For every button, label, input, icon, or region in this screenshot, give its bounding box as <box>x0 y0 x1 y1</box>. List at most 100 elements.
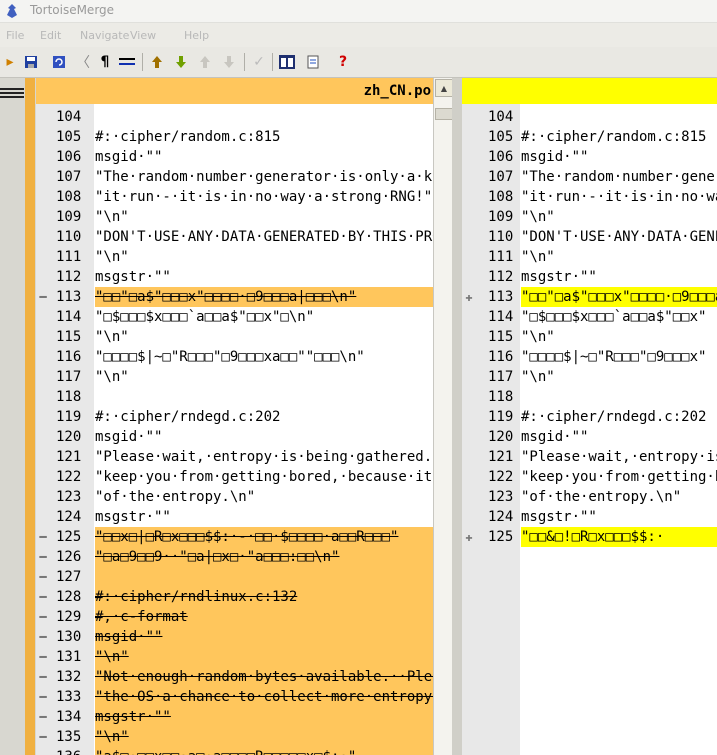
diff-line[interactable]: ✚ 125 "□□&□!□R□x□□□$$:· <box>462 527 717 547</box>
diff-line[interactable]: 117 "\n" <box>36 367 433 387</box>
line-marker <box>36 307 50 327</box>
diff-line[interactable]: 123 "of·the·entropy.\n" <box>36 487 433 507</box>
diff-line[interactable]: 115 "\n" <box>462 327 717 347</box>
diff-line[interactable]: ✚113"□□"□a$"□□□x"□□□□·□9□□□a|" <box>462 287 717 307</box>
diff-line[interactable]: 107"The·random·number·generator·is·only·… <box>36 167 433 187</box>
diff-line[interactable]: 105 #:·cipher/random.c:815 <box>36 127 433 147</box>
help-icon[interactable]: ? <box>334 53 352 71</box>
diff-line[interactable]: 111 "\n" <box>36 247 433 267</box>
diff-line[interactable]: 122"keep·you·from·getting·bored,·because… <box>36 467 433 487</box>
diff-line[interactable]: 112 msgstr·"" <box>36 267 433 287</box>
undo-icon[interactable]: 〈 <box>74 53 92 71</box>
diff-line[interactable]: 116 "□□□□$|~□"R□□□"□9□□□xa□□""□□□\n" <box>36 347 433 367</box>
diff-line[interactable]: 117 "\n" <box>462 367 717 387</box>
removed-line-icon: ━ <box>39 650 47 664</box>
locator-bar[interactable] <box>0 78 36 755</box>
line-marker <box>36 247 50 267</box>
diff-line[interactable]: ━ 128 #:·cipher/rndlinux.c:132 <box>36 587 433 607</box>
diff-line[interactable]: 118 <box>462 387 717 407</box>
diff-line[interactable]: ━ 136"a$□·□□x□□·a□·a□□□□R□□□□□x□$:·" <box>36 747 433 755</box>
diff-line[interactable]: 108"it·run·-·it·is·in·no·way·a·strong·RN… <box>36 187 433 207</box>
diff-line[interactable]: 119 #:·cipher/rndegd.c:202 <box>36 407 433 427</box>
menu-navigate[interactable]: Navigate <box>80 29 129 42</box>
diff-line[interactable]: 116 "□□□□$|~□"R□□□"□9□□□x" <box>462 347 717 367</box>
line-number: 104 <box>56 109 82 125</box>
right-diff-pane[interactable]: 104 105 #:·cipher/random.c:815 106 msgid·"" 1… <box>462 78 717 755</box>
line-text: msgid·"" <box>521 429 589 445</box>
diff-line[interactable]: 122"keep·you·from·getting·bored,·because… <box>462 467 717 487</box>
line-number: 136 <box>56 747 94 755</box>
prev-diff-icon[interactable] <box>196 53 214 71</box>
line-text: #:·cipher/random.c:815 <box>521 129 707 145</box>
inline-diff-icon[interactable] <box>118 53 136 71</box>
diff-line[interactable]: 106 msgid·"" <box>36 147 433 167</box>
menu-help[interactable]: Help <box>184 29 209 42</box>
diff-line[interactable]: ━ 126 "□a□9□□9··"□a|□x□·"a□□□:□□\n" <box>36 547 433 567</box>
line-number: 135 <box>56 729 82 745</box>
removed-line-icon: ━ <box>39 610 47 624</box>
open-icon[interactable]: ▸ <box>1 53 19 71</box>
diff-line[interactable]: 110"DON'T·USE·ANY·DATA·GENERATED·BY·THIS… <box>36 227 433 247</box>
diff-line[interactable]: 109 "\n" <box>36 207 433 227</box>
diff-line[interactable]: 124 msgstr·"" <box>36 507 433 527</box>
next-conflict-icon[interactable] <box>172 53 190 71</box>
diff-line[interactable]: ━ 133 "the·OS·a·chance·to·collect·more·ent… <box>36 687 433 707</box>
line-text: "Not·enough·random·bytes·available.··Ple… <box>95 667 433 687</box>
diff-line[interactable]: 106 msgid·"" <box>462 147 717 167</box>
line-number: 120 <box>56 429 82 445</box>
added-line-icon: ✚ <box>465 290 473 304</box>
prev-conflict-icon[interactable] <box>148 53 166 71</box>
menu-edit[interactable]: Edit <box>40 29 61 42</box>
diff-line[interactable]: ━ 130 msgid·"" <box>36 627 433 647</box>
diff-line[interactable]: ━ 113 "□□"□a$"□□□x"□□□□·□9□□□a|□□□\n" <box>36 287 433 307</box>
left-vertical-scrollbar[interactable]: ▲ <box>433 78 453 755</box>
removed-line-icon: ━ <box>39 710 47 724</box>
reload-icon[interactable] <box>50 53 68 71</box>
scroll-up-icon[interactable]: ▲ <box>435 79 453 97</box>
diff-line[interactable]: 111 "\n" <box>462 247 717 267</box>
save-icon[interactable] <box>22 53 40 71</box>
diff-line[interactable]: 119 #:·cipher/rndegd.c:202 <box>462 407 717 427</box>
diff-line[interactable]: ━ 131 "\n" <box>36 647 433 667</box>
diff-line[interactable]: 124 msgstr·"" <box>462 507 717 527</box>
diff-line[interactable]: 112 msgstr·"" <box>462 267 717 287</box>
line-text: "of·the·entropy.\n" <box>521 489 682 505</box>
diff-line[interactable]: 115 "\n" <box>36 327 433 347</box>
whitespace-icon[interactable]: ¶ <box>96 53 114 71</box>
diff-line[interactable]: 107"The·random·number·generator·is·only·… <box>462 167 717 187</box>
diff-line[interactable]: 114 "□$□□□$x□□□`a□□a$"□□x"□\n" <box>36 307 433 327</box>
diff-line[interactable]: 108"it·run·-·it·is·in·no·way·a·strong·RN… <box>462 187 717 207</box>
left-diff-pane[interactable]: zh_CN.po 104 105 #:·cipher/random.c:815 106… <box>36 78 433 755</box>
diff-line[interactable]: 120 msgid·"" <box>462 427 717 447</box>
diff-line[interactable]: ━ 134 msgstr·"" <box>36 707 433 727</box>
line-text: "□□&□!□R□x□□□$$:· <box>521 527 717 547</box>
diff-line[interactable]: ━ 127 <box>36 567 433 587</box>
diff-line[interactable]: 121"Please·wait,·entropy·is·being·gather… <box>36 447 433 467</box>
menu-view[interactable]: View <box>130 29 156 42</box>
one-pane-icon[interactable] <box>278 53 296 71</box>
menu-file[interactable]: File <box>6 29 24 42</box>
diff-line[interactable]: ━ 125 "□□x□|□R□x□□□$$:·-·□□·$□□□□·a□□R□□□" <box>36 527 433 547</box>
locator-marker <box>0 96 24 98</box>
patch-icon[interactable] <box>304 53 322 71</box>
diff-line[interactable]: 104 <box>462 107 717 127</box>
diff-line[interactable]: ━ 132 "Not·enough·random·bytes·available.·… <box>36 667 433 687</box>
line-text: "\n" <box>521 369 555 385</box>
diff-line[interactable]: 123 "of·the·entropy.\n" <box>462 487 717 507</box>
diff-line[interactable]: ━ 135 "\n" <box>36 727 433 747</box>
next-diff-icon[interactable] <box>220 53 238 71</box>
diff-line[interactable]: 105 #:·cipher/random.c:815 <box>462 127 717 147</box>
line-text: "\n" <box>521 209 555 225</box>
diff-line[interactable]: 118 <box>36 387 433 407</box>
diff-line[interactable]: 109 "\n" <box>462 207 717 227</box>
diff-line[interactable]: 121"Please·wait,·entropy·is·being·gather… <box>462 447 717 467</box>
menu-bar: File Edit Navigate View Help <box>0 23 717 47</box>
diff-line[interactable]: 114 "□$□□□$x□□□`a□□a$"□□x" <box>462 307 717 327</box>
diff-line[interactable]: 104 <box>36 107 433 127</box>
scroll-thumb[interactable] <box>435 108 453 120</box>
use-block-icon[interactable]: ✓ <box>250 53 268 71</box>
removed-line-icon: ━ <box>39 290 47 304</box>
diff-line[interactable]: ━ 129 #,·c-format <box>36 607 433 627</box>
diff-line[interactable]: 110"DON'T·USE·ANY·DATA·GENERATED·BY·THIS… <box>462 227 717 247</box>
diff-line[interactable]: 120 msgid·"" <box>36 427 433 447</box>
